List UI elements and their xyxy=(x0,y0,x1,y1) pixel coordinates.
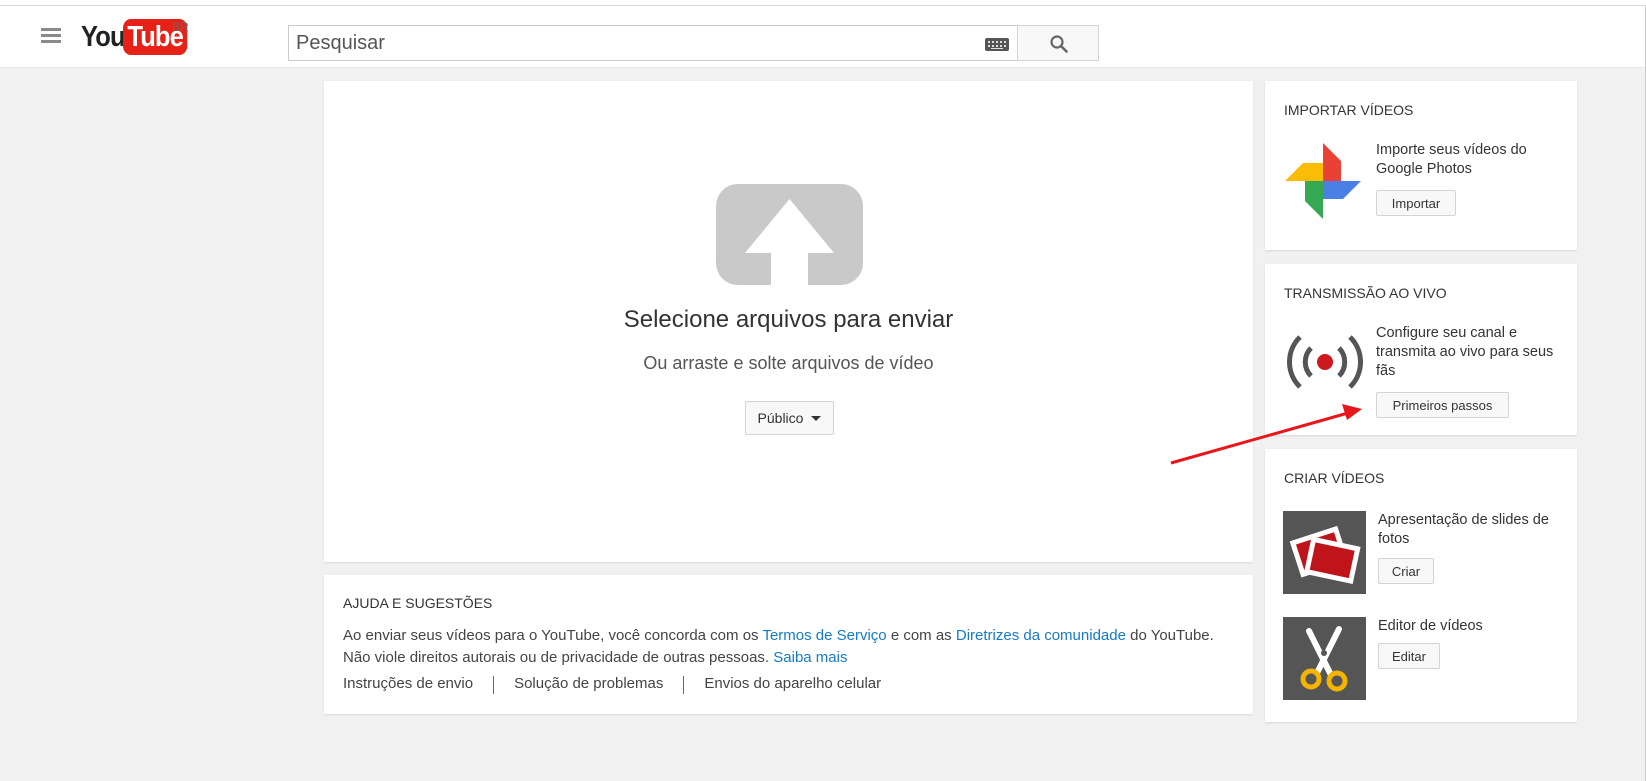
mobile-uploads-link[interactable]: Envios do aparelho celular xyxy=(704,675,881,694)
learn-more-link[interactable]: Saiba mais xyxy=(773,649,847,666)
create-videos-title: CRIAR VÍDEOS xyxy=(1284,470,1385,486)
help-text-part: Não viole direitos autorais ou de privac… xyxy=(343,649,774,666)
scissors-icon[interactable] xyxy=(1283,617,1366,700)
troubleshooting-link[interactable]: Solução de problemas xyxy=(514,675,663,694)
help-title: AJUDA E SUGESTÕES xyxy=(343,595,493,611)
upload-arrow-icon[interactable] xyxy=(716,184,863,285)
create-videos-panel: CRIAR VÍDEOS Apresentação de slides de f… xyxy=(1265,449,1577,722)
google-photos-pinwheel-icon[interactable] xyxy=(1283,141,1363,221)
logo-you-text: You xyxy=(81,21,126,53)
get-started-button[interactable]: Primeiros passos xyxy=(1376,392,1509,418)
import-videos-title: IMPORTAR VÍDEOS xyxy=(1284,102,1414,118)
divider xyxy=(493,676,495,694)
search-input[interactable] xyxy=(289,26,969,60)
logo-region-code: BR xyxy=(172,20,189,34)
terms-of-service-link[interactable]: Termos de Serviço xyxy=(762,627,886,644)
live-broadcast-icon[interactable] xyxy=(1287,332,1363,392)
upload-instructions-link[interactable]: Instruções de envio xyxy=(343,675,473,694)
import-button[interactable]: Importar xyxy=(1376,190,1456,216)
search-icon xyxy=(1050,35,1068,53)
help-panel: AJUDA E SUGESTÕES Ao enviar seus vídeos … xyxy=(324,575,1253,714)
privacy-label: Público xyxy=(757,410,804,426)
divider xyxy=(683,676,685,694)
create-button[interactable]: Criar xyxy=(1378,558,1434,584)
help-text-part: Ao enviar seus vídeos para o YouTube, vo… xyxy=(343,627,763,644)
slideshow-label: Apresentação de slides de fotos xyxy=(1378,512,1549,547)
upload-subtitle: Ou arraste e solte arquivos de vídeo xyxy=(643,353,934,373)
help-text-part: do YouTube. xyxy=(1125,627,1214,644)
guide-menu-icon[interactable] xyxy=(41,28,61,44)
edit-button[interactable]: Editar xyxy=(1378,643,1440,669)
caret-down-icon xyxy=(811,415,822,421)
import-videos-panel: IMPORTAR VÍDEOS Importe seus vídeos do G… xyxy=(1265,81,1577,250)
privacy-dropdown[interactable]: Público xyxy=(745,401,834,435)
help-text-part: e com as xyxy=(886,627,956,644)
help-links: Instruções de envio Solução de problemas… xyxy=(343,675,881,694)
live-streaming-description: Configure seu canal e transmita ao vivo … xyxy=(1376,325,1554,379)
masthead: You Tube BR xyxy=(0,6,1646,68)
search-box xyxy=(288,25,1017,61)
upload-panel: Selecione arquivos para enviar Ou arrast… xyxy=(324,81,1253,562)
keyboard-icon[interactable] xyxy=(985,38,1009,51)
photo-slideshow-icon[interactable] xyxy=(1283,511,1366,594)
help-text: Ao enviar seus vídeos para o YouTube, vo… xyxy=(343,625,1243,669)
search-button[interactable] xyxy=(1017,25,1099,61)
community-guidelines-link[interactable]: Diretrizes da comunidade xyxy=(956,627,1126,644)
import-videos-description: Importe seus vídeos do Google Photos xyxy=(1376,142,1527,177)
live-streaming-panel: TRANSMISSÃO AO VIVO Configure seu canal … xyxy=(1265,264,1577,435)
youtube-logo[interactable]: You Tube BR xyxy=(81,19,196,55)
live-streaming-title: TRANSMISSÃO AO VIVO xyxy=(1284,285,1447,301)
video-editor-label: Editor de vídeos xyxy=(1378,618,1483,634)
upload-title[interactable]: Selecione arquivos para enviar xyxy=(324,306,1253,334)
